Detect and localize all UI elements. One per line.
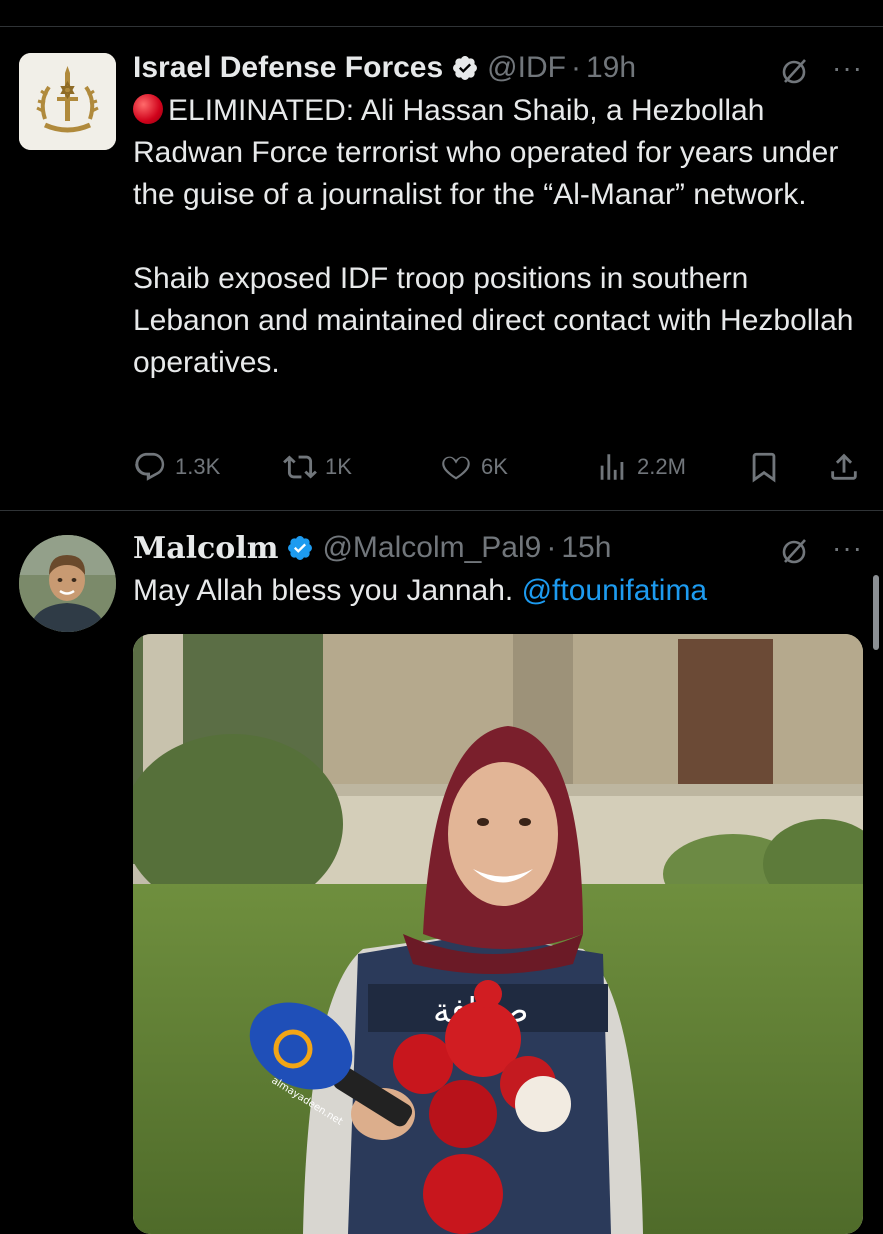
repost-button[interactable]: 1K xyxy=(283,450,352,484)
views-icon xyxy=(600,454,624,480)
like-icon xyxy=(442,456,470,480)
tweet-header: Malcolm @Malcolm_Pal9 · 15h xyxy=(133,528,863,568)
tweet-malcolm[interactable]: Malcolm @Malcolm_Pal9 · 15h ··· May Alla… xyxy=(0,520,883,1234)
repost-icon xyxy=(283,455,317,479)
verified-badge-icon xyxy=(453,56,478,80)
tweet-time[interactable]: 15h xyxy=(561,531,611,565)
more-icon[interactable]: ··· xyxy=(832,52,863,84)
more-icon[interactable]: ··· xyxy=(832,532,863,564)
idf-emblem-icon xyxy=(19,53,116,150)
reporter-photo: صحافة almayadeen.net xyxy=(133,634,863,1234)
repost-count: 1K xyxy=(325,454,352,479)
tweet-content: Malcolm @Malcolm_Pal9 · 15h ··· May Alla… xyxy=(133,528,863,612)
reply-count: 1.3K xyxy=(175,454,221,479)
tweet-paragraph-1: ELIMINATED: Ali Hassan Shaib, a Hezbolla… xyxy=(133,94,839,211)
share-icon xyxy=(831,453,857,480)
tweet-content: Israel Defense Forces @IDF · 19h ··· ELI… xyxy=(133,48,863,384)
reply-icon xyxy=(135,452,165,481)
bookmark-icon xyxy=(752,452,776,483)
avatar-malcolm[interactable] xyxy=(19,535,116,632)
bookmark-button[interactable] xyxy=(747,450,781,484)
author-name[interactable]: Israel Defense Forces xyxy=(133,51,443,85)
tweet-divider xyxy=(0,510,883,511)
tweet-text: May Allah bless you Jannah. @ftounifatim… xyxy=(133,574,708,607)
top-divider xyxy=(0,26,883,27)
share-button[interactable] xyxy=(827,450,861,484)
tweet-paragraph-2: Shaib exposed IDF troop positions in sou… xyxy=(133,262,854,379)
author-name[interactable]: Malcolm xyxy=(133,531,278,566)
scrollbar[interactable] xyxy=(873,575,879,650)
like-count: 6K xyxy=(481,454,508,479)
mention-link[interactable]: @ftounifatima xyxy=(522,574,708,607)
author-handle[interactable]: @Malcolm_Pal9 xyxy=(322,531,541,565)
separator-dot: · xyxy=(570,51,581,84)
tweet-text: ELIMINATED: Ali Hassan Shaib, a Hezbolla… xyxy=(133,90,863,384)
verified-badge-icon xyxy=(288,536,313,560)
views-button[interactable]: 2.2M xyxy=(595,450,686,484)
tweet-header: Israel Defense Forces @IDF · 19h xyxy=(133,48,863,88)
separator-dot: · xyxy=(546,531,557,564)
tweet-idf[interactable]: Israel Defense Forces @IDF · 19h ··· ELI… xyxy=(0,40,883,510)
author-handle[interactable]: @IDF xyxy=(487,51,566,85)
tweet-time[interactable]: 19h xyxy=(586,51,636,85)
boy-portrait-icon xyxy=(19,535,116,632)
reply-button[interactable]: 1.3K xyxy=(133,450,220,484)
like-button[interactable]: 6K xyxy=(439,450,508,484)
tweet-image[interactable]: صحافة almayadeen.net xyxy=(133,634,863,1234)
tweet-actions: 1.3K 1K 6K 2.2M xyxy=(133,444,863,488)
red-circle-icon xyxy=(133,94,163,124)
grok-icon[interactable] xyxy=(779,536,809,566)
avatar-idf[interactable] xyxy=(19,53,116,150)
grok-icon[interactable] xyxy=(779,56,809,86)
views-count: 2.2M xyxy=(637,454,686,479)
